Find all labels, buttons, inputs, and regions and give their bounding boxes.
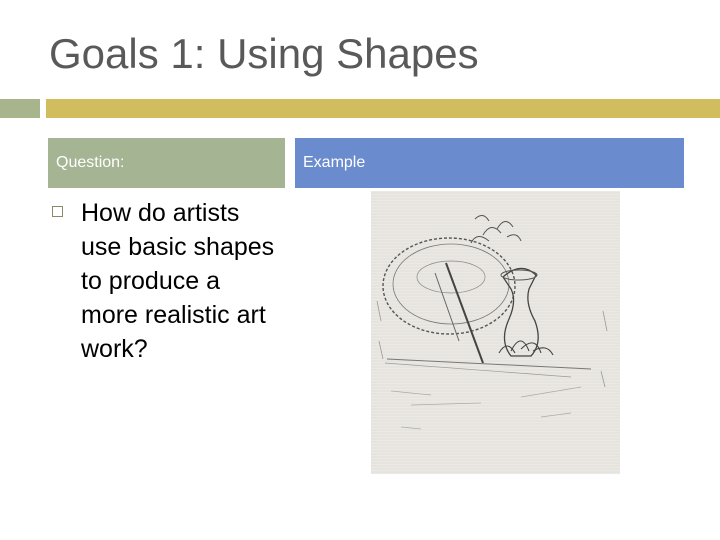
title-rule-right bbox=[46, 99, 720, 118]
sketch-image bbox=[371, 191, 620, 474]
question-bullet-text: How do artists use basic shapes to produ… bbox=[81, 199, 275, 363]
bullet-square-icon bbox=[52, 206, 63, 217]
question-header: Question: bbox=[48, 138, 285, 188]
example-header-label: Example bbox=[303, 154, 366, 171]
still-life-sketch-icon bbox=[371, 191, 620, 474]
title-rule-left bbox=[0, 99, 40, 118]
slide-title: Goals 1: Using Shapes bbox=[49, 30, 479, 77]
example-header: Example bbox=[295, 138, 684, 188]
question-header-label: Question: bbox=[56, 154, 125, 171]
